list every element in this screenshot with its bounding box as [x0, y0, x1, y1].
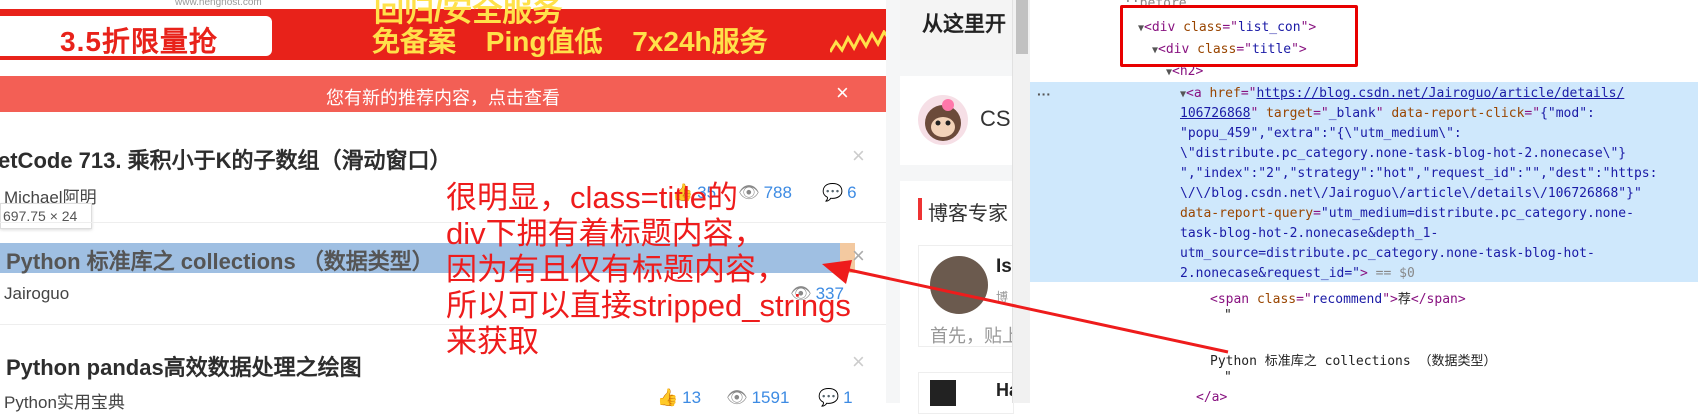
annotation-arrow: [822, 260, 1229, 354]
